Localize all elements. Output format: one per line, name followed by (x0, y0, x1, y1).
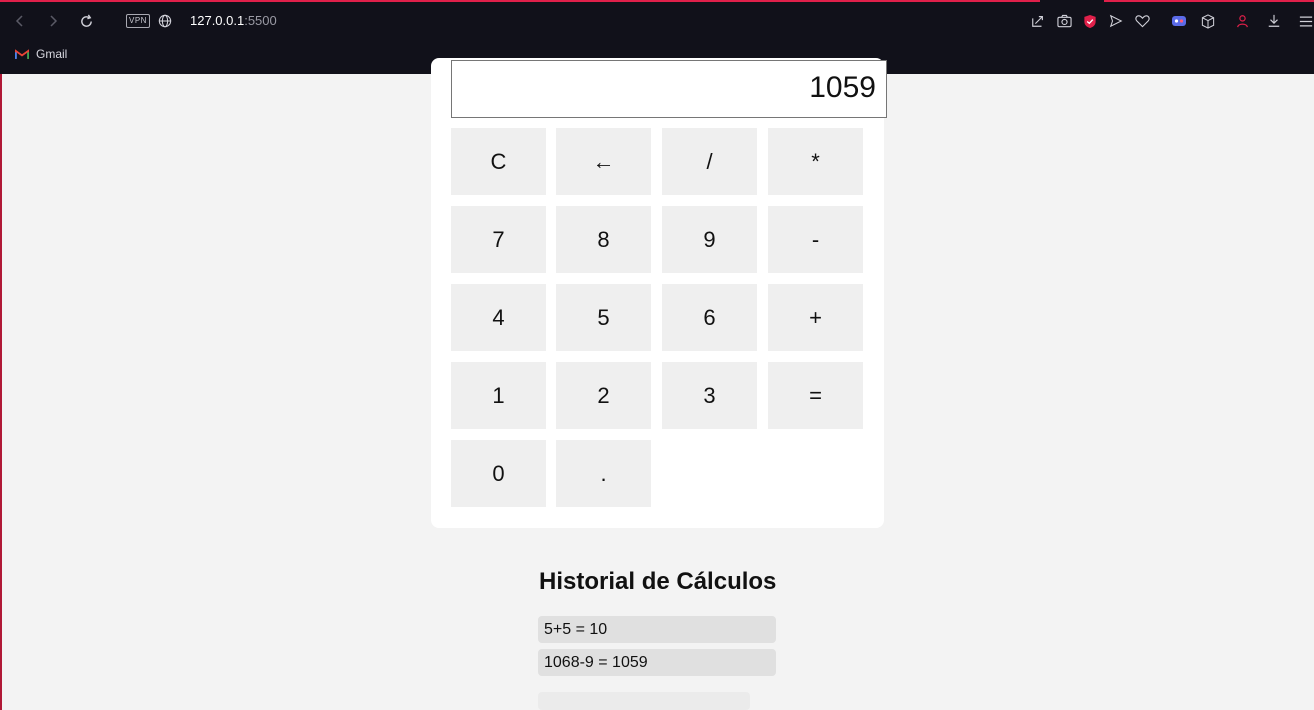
download-icon[interactable] (1264, 11, 1284, 31)
history-item[interactable]: 1068-9 = 1059 (538, 649, 776, 676)
clear-button[interactable]: C (451, 128, 546, 195)
shield-icon[interactable] (1080, 11, 1100, 31)
history-item[interactable]: 5+5 = 10 (538, 616, 776, 643)
camera-icon[interactable] (1054, 11, 1074, 31)
url-port: :5500 (244, 13, 277, 28)
equals-button[interactable]: = (768, 362, 863, 429)
bookmark-gmail[interactable]: Gmail (36, 47, 67, 61)
add-button[interactable]: + (768, 284, 863, 351)
backspace-button[interactable]: ← (556, 128, 651, 195)
gmail-icon (15, 48, 29, 59)
cube-icon[interactable] (1198, 11, 1218, 31)
window-edge (0, 74, 2, 710)
history-title: Historial de Cálculos (539, 568, 777, 595)
key-7-button[interactable]: 7 (451, 206, 546, 273)
divide-button[interactable]: / (662, 128, 757, 195)
messenger-extension-icon[interactable] (1169, 11, 1189, 31)
key-0-button[interactable]: 0 (451, 440, 546, 507)
forward-icon[interactable] (43, 11, 63, 31)
heart-icon[interactable] (1132, 11, 1152, 31)
back-icon[interactable] (10, 11, 30, 31)
vpn-badge[interactable]: VPN (126, 14, 150, 28)
key-9-button[interactable]: 9 (662, 206, 757, 273)
multiply-button[interactable]: * (768, 128, 863, 195)
menu-icon[interactable] (1296, 11, 1314, 31)
key-6-button[interactable]: 6 (662, 284, 757, 351)
address-bar[interactable]: 127.0.0.1:5500 (190, 13, 277, 28)
navigation-row: VPN 127.0.0.1:5500 (0, 2, 1314, 40)
history-item-partial (538, 692, 750, 710)
send-icon[interactable] (1106, 11, 1126, 31)
key-8-button[interactable]: 8 (556, 206, 651, 273)
globe-icon[interactable] (155, 11, 175, 31)
profile-icon[interactable] (1232, 11, 1252, 31)
key-5-button[interactable]: 5 (556, 284, 651, 351)
calculator-display[interactable]: 1059 (451, 60, 887, 118)
key-4-button[interactable]: 4 (451, 284, 546, 351)
subtract-button[interactable]: - (768, 206, 863, 273)
key-3-button[interactable]: 3 (662, 362, 757, 429)
bookmarks-bar: Gmail (15, 44, 67, 64)
share-icon[interactable] (1028, 11, 1048, 31)
key-1-button[interactable]: 1 (451, 362, 546, 429)
url-host: 127.0.0.1 (190, 13, 245, 28)
decimal-button[interactable]: . (556, 440, 651, 507)
key-2-button[interactable]: 2 (556, 362, 651, 429)
reload-icon[interactable] (76, 11, 96, 31)
